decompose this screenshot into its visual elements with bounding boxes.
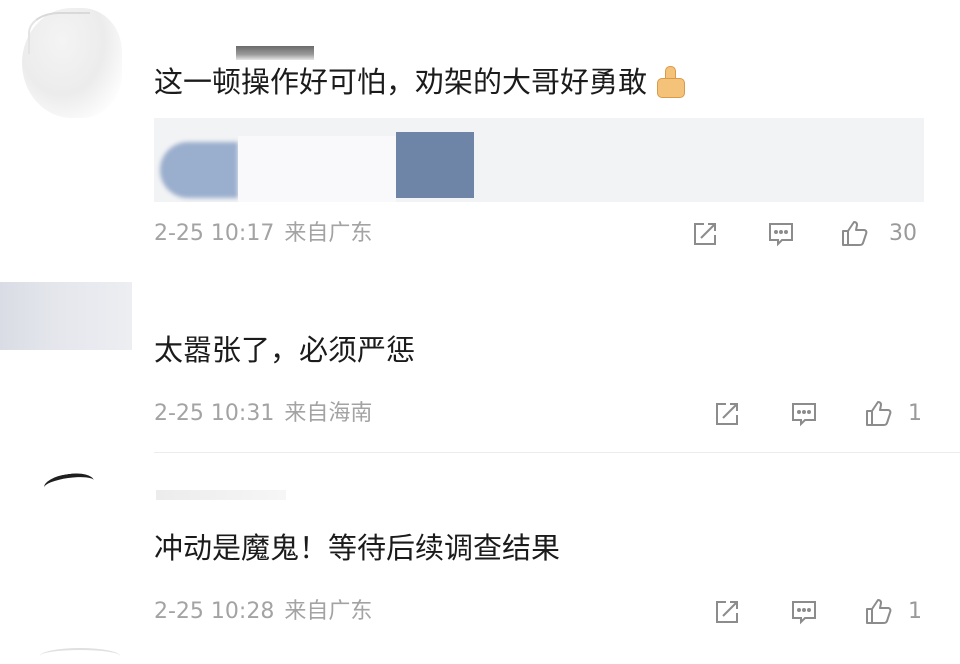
comment-location: 来自海南 xyxy=(284,401,373,426)
username-blurred[interactable] xyxy=(156,490,286,500)
comment-icon[interactable] xyxy=(789,597,819,627)
comment-text: 冲动是魔鬼！等待后续调查结果 xyxy=(154,531,561,565)
blurred-image xyxy=(396,132,474,198)
thumbs-up-emoji xyxy=(651,64,687,98)
blurred-image xyxy=(238,136,396,202)
share-icon[interactable] xyxy=(690,219,720,249)
comment-text: 太嚣张了，必须严惩 xyxy=(154,333,416,367)
comment-time: 2-25 10:17 xyxy=(154,221,275,246)
comment-text: 这一顿操作好可怕，劝架的大哥好勇敢 xyxy=(154,62,687,102)
comment-location: 来自广东 xyxy=(284,599,373,624)
quoted-content-card[interactable] xyxy=(154,118,924,202)
share-icon[interactable] xyxy=(712,399,742,429)
avatar[interactable] xyxy=(40,470,120,510)
comment-icon[interactable] xyxy=(766,219,796,249)
comment-location: 来自广东 xyxy=(284,221,373,246)
comment-icon[interactable] xyxy=(789,399,819,429)
thumbs-up-icon[interactable] xyxy=(864,596,894,626)
thumbs-up-icon[interactable] xyxy=(840,218,870,248)
blurred-image xyxy=(160,142,238,198)
like-count: 1 xyxy=(908,401,922,426)
comment-time: 2-25 10:28 xyxy=(154,599,275,624)
avatar[interactable] xyxy=(0,282,132,350)
divider xyxy=(154,452,960,453)
comment-meta: 2-25 10:17 来自广东 xyxy=(154,219,372,249)
comment-time: 2-25 10:31 xyxy=(154,401,275,426)
like-count: 1 xyxy=(908,599,922,624)
comment-meta: 2-25 10:31 来自海南 xyxy=(154,399,372,429)
like-count: 30 xyxy=(889,221,917,246)
username-blurred[interactable] xyxy=(236,46,314,60)
comment-text-content: 这一顿操作好可怕，劝架的大哥好勇敢 xyxy=(154,65,648,99)
thumbs-up-icon[interactable] xyxy=(864,398,894,428)
avatar[interactable] xyxy=(22,8,122,118)
share-icon[interactable] xyxy=(712,597,742,627)
comment-meta: 2-25 10:28 来自广东 xyxy=(154,597,372,627)
